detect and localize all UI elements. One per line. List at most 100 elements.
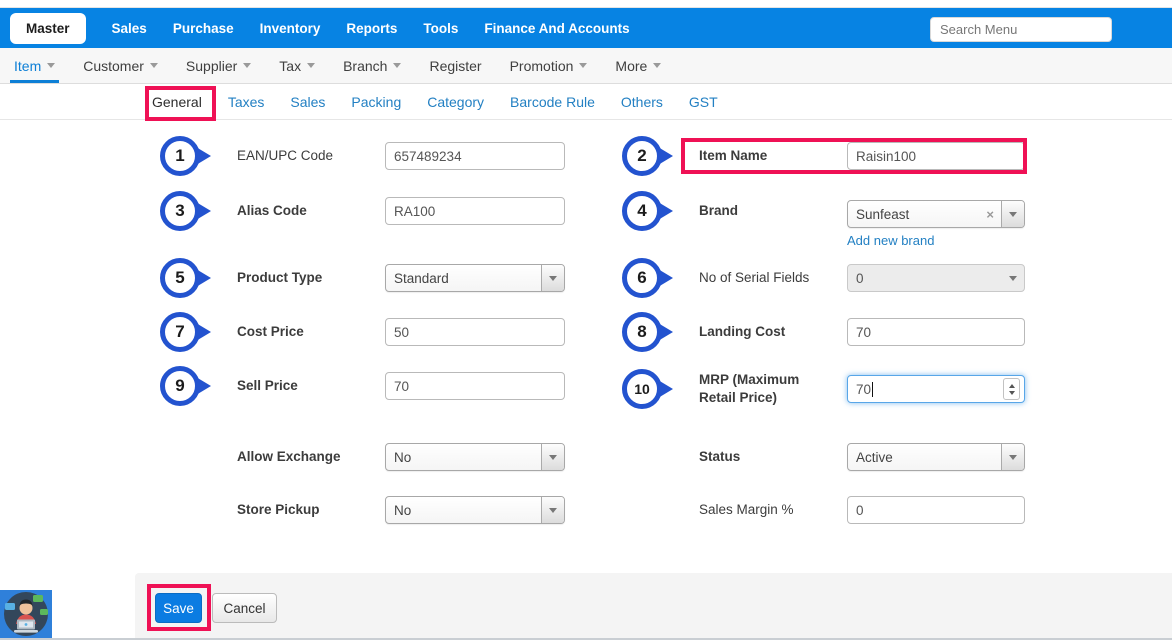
bottom-divider (0, 638, 1172, 640)
tab-sales[interactable]: Sales (290, 94, 325, 110)
spinner-up-icon[interactable] (1009, 384, 1015, 388)
chevron-down-icon (393, 63, 401, 68)
tab-category[interactable]: Category (427, 94, 484, 110)
product-type-label: Product Type (237, 269, 385, 287)
row-sell-price: 9 Sell Price (160, 366, 590, 406)
number-spinner[interactable] (1003, 378, 1020, 400)
callout-arrow-icon (196, 147, 211, 165)
menu-tax[interactable]: Tax (279, 48, 315, 83)
chevron-down-icon (579, 63, 587, 68)
sales-margin-input[interactable] (847, 496, 1025, 524)
nav-purchase[interactable]: Purchase (173, 21, 234, 36)
spinner-down-icon[interactable] (1009, 391, 1015, 395)
chat-avatar[interactable] (0, 590, 52, 638)
chevron-down-icon (1009, 455, 1017, 460)
tab-gst[interactable]: GST (689, 94, 718, 110)
nav-finance-and-accounts[interactable]: Finance And Accounts (484, 21, 629, 36)
tab-barcode-rule[interactable]: Barcode Rule (510, 94, 595, 110)
menu-supplier-label: Supplier (186, 58, 237, 74)
chevron-down-icon (549, 508, 557, 513)
menu-register-label: Register (429, 58, 481, 74)
menu-promotion[interactable]: Promotion (510, 48, 588, 83)
sales-margin-label: Sales Margin % (699, 501, 847, 519)
menu-tax-label: Tax (279, 58, 301, 74)
chevron-down-icon (47, 63, 55, 68)
menu-more[interactable]: More (615, 48, 661, 83)
product-type-select[interactable]: Standard (385, 264, 565, 292)
chevron-down-icon (549, 276, 557, 281)
mrp-input[interactable]: 70 (847, 375, 1025, 403)
row-landing-cost: 8 Landing Cost (622, 312, 1062, 352)
menu-branch[interactable]: Branch (343, 48, 401, 83)
store-pickup-select[interactable]: No (385, 496, 565, 524)
menu-customer[interactable]: Customer (83, 48, 158, 83)
callout-6: 6 (622, 258, 699, 298)
nav-sales[interactable]: Sales (112, 21, 147, 36)
tab-packing[interactable]: Packing (351, 94, 401, 110)
landing-cost-label: Landing Cost (699, 323, 847, 341)
menu-promotion-label: Promotion (510, 58, 574, 74)
dropdown-button[interactable] (541, 265, 564, 291)
callout-5-number: 5 (160, 258, 200, 298)
cost-price-input[interactable] (385, 318, 565, 346)
callout-5: 5 (160, 258, 237, 298)
nav-master[interactable]: Master (10, 13, 86, 44)
landing-cost-input[interactable] (847, 318, 1025, 346)
menu-supplier[interactable]: Supplier (186, 48, 251, 83)
callout-10-number: 10 (622, 369, 662, 409)
callout-arrow-icon (658, 323, 673, 341)
serial-fields-value: 0 (848, 271, 1001, 286)
mrp-label-line1: MRP (Maximum (699, 371, 841, 389)
sell-price-input[interactable] (385, 372, 565, 400)
row-ean-upc-code: 1 EAN/UPC Code (160, 136, 590, 176)
menu-item[interactable]: Item (14, 48, 55, 83)
row-serial-fields: 6 No of Serial Fields 0 (622, 258, 1062, 298)
alias-code-label: Alias Code (237, 202, 385, 220)
dropdown-button[interactable] (1001, 444, 1024, 470)
row-status: Status Active (622, 437, 1062, 477)
callout-1-number: 1 (160, 136, 200, 176)
allow-exchange-select[interactable]: No (385, 443, 565, 471)
row-sales-margin: Sales Margin % (622, 490, 1062, 530)
callout-7: 7 (160, 312, 237, 352)
allow-exchange-label: Allow Exchange (237, 448, 385, 466)
menu-register[interactable]: Register (429, 48, 481, 83)
dropdown-button[interactable] (541, 497, 564, 523)
dropdown-button[interactable] (1001, 201, 1024, 227)
nav-tools[interactable]: Tools (423, 21, 458, 36)
row-cost-price: 7 Cost Price (160, 312, 590, 352)
callout-arrow-icon (196, 269, 211, 287)
callout-arrow-icon (196, 202, 211, 220)
item-tabs: General Taxes Sales Packing Category Bar… (0, 84, 1172, 120)
add-new-brand-link[interactable]: Add new brand (847, 233, 934, 248)
clear-icon[interactable]: × (979, 207, 1001, 222)
tab-general[interactable]: General (152, 94, 202, 110)
search-menu-input[interactable] (930, 17, 1112, 42)
menu-item-label: Item (14, 58, 41, 74)
menu-customer-label: Customer (83, 58, 144, 74)
tab-taxes[interactable]: Taxes (228, 94, 265, 110)
mrp-value: 70 (856, 382, 871, 397)
alias-code-input[interactable] (385, 197, 565, 225)
callout-2: 2 (622, 136, 699, 176)
product-type-value: Standard (386, 271, 541, 286)
cancel-button[interactable]: Cancel (212, 593, 277, 623)
dropdown-button[interactable] (541, 444, 564, 470)
tab-others[interactable]: Others (621, 94, 663, 110)
status-select[interactable]: Active (847, 443, 1025, 471)
item-name-input[interactable] (847, 142, 1025, 170)
save-button[interactable]: Save (155, 593, 202, 623)
brand-select[interactable]: Sunfeast × (847, 200, 1025, 228)
callout-9: 9 (160, 366, 237, 406)
mrp-label: MRP (Maximum Retail Price) (699, 371, 847, 407)
callout-8: 8 (622, 312, 699, 352)
top-strip (0, 0, 1172, 8)
text-cursor (872, 382, 873, 397)
callout-2-number: 2 (622, 136, 662, 176)
nav-inventory[interactable]: Inventory (260, 21, 321, 36)
callout-6-number: 6 (622, 258, 662, 298)
nav-reports[interactable]: Reports (346, 21, 397, 36)
serial-fields-select[interactable]: 0 (847, 264, 1025, 292)
ean-upc-code-input[interactable] (385, 142, 565, 170)
row-mrp: 10 MRP (Maximum Retail Price) 70 (622, 366, 1062, 412)
